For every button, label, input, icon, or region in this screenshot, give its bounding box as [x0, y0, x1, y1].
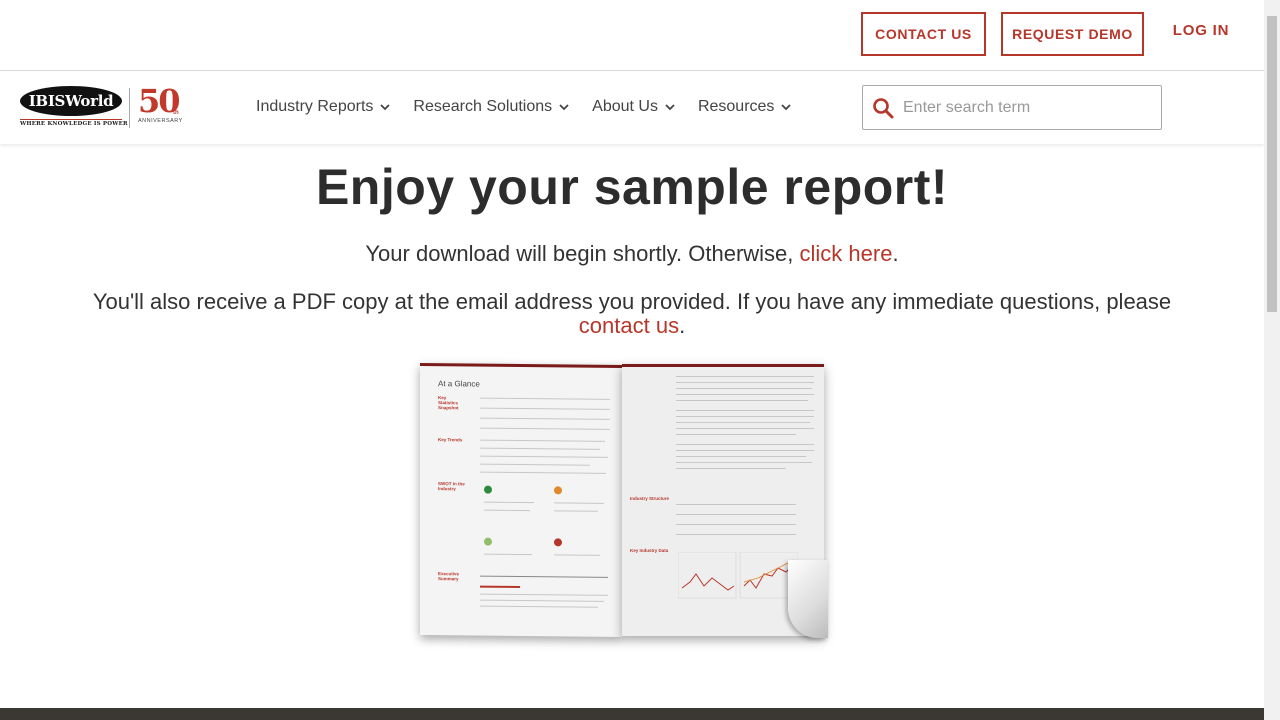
- report-text-line: [554, 554, 600, 556]
- report-text-line: [676, 444, 814, 445]
- download-text: Your download will begin shortly. Otherw…: [365, 241, 800, 266]
- scrollbar-thumb[interactable]: [1267, 16, 1277, 312]
- contact-us-link[interactable]: contact us: [579, 313, 679, 338]
- report-text-line: [676, 376, 814, 377]
- report-text-line: [480, 471, 606, 474]
- email-text: You'll also receive a PDF copy at the em…: [92, 289, 1172, 314]
- report-text-line: [484, 501, 534, 504]
- request-demo-button[interactable]: REQUEST DEMO: [1001, 12, 1144, 56]
- main-navigation: IBISWorld WHERE KNOWLEDGE IS POWER 50 th…: [0, 72, 1264, 144]
- page-curl: [788, 560, 828, 638]
- report-text-line: [480, 605, 598, 608]
- contact-us-button[interactable]: CONTACT US: [861, 12, 986, 56]
- swot-weaknesses-dot: [554, 486, 562, 495]
- nav-item-about-us[interactable]: About Us: [592, 98, 676, 116]
- ibisworld-logo[interactable]: IBISWorld WHERE KNOWLEDGE IS POWER 50 th…: [20, 84, 185, 132]
- page-title: Enjoy your sample report!: [315, 159, 949, 215]
- swot-threats-dot: [554, 538, 562, 547]
- report-text-line: [480, 463, 590, 466]
- logo-divider: [129, 88, 130, 128]
- report-text-line: [484, 509, 530, 512]
- report-text-line: [676, 450, 814, 451]
- chevron-down-icon: [380, 104, 391, 111]
- chevron-down-icon: [559, 104, 569, 111]
- report-text-line: [480, 575, 608, 578]
- report-text-line: [484, 553, 532, 556]
- report-section-label: Industry Structure: [630, 496, 670, 501]
- utility-bar: CONTACT US REQUEST DEMO LOG IN: [0, 0, 1264, 71]
- report-text-line: [480, 439, 605, 442]
- logo-brand: IBISWorld: [28, 92, 114, 110]
- page-rule: [622, 364, 824, 367]
- report-text-line: [480, 397, 610, 400]
- page: CONTACT US REQUEST DEMO LOG IN IBISWorld…: [0, 0, 1280, 720]
- report-text-line: [480, 585, 520, 588]
- download-message: Your download will begin shortly. Otherw…: [0, 241, 1264, 267]
- report-text-line: [554, 510, 598, 512]
- nav-menu: Industry Reports Research Solutions Abou…: [256, 98, 814, 116]
- report-text-line: [480, 455, 608, 458]
- report-left-page: At a Glance Key Statistics Snapshot Key …: [420, 362, 622, 638]
- report-text-line: [480, 599, 604, 602]
- report-text-line: [676, 524, 796, 525]
- report-text-line: [676, 456, 806, 457]
- report-text-line: [676, 382, 814, 383]
- report-text-line: [676, 462, 812, 463]
- search-box: [862, 85, 1162, 130]
- report-text-line: [676, 468, 786, 469]
- nav-item-label: About Us: [592, 98, 658, 115]
- nav-item-industry-reports[interactable]: Industry Reports: [256, 98, 391, 116]
- report-text-line: [480, 417, 610, 420]
- swot-opportunities-dot: [484, 537, 492, 546]
- report-section-label: Key Trends: [438, 437, 463, 443]
- footer-banner-edge: [0, 708, 1264, 720]
- report-text-line: [480, 427, 610, 430]
- report-section-label: Key Industry Data: [630, 548, 669, 553]
- report-text-line: [676, 388, 812, 389]
- anniversary-label: ANNIVERSARY: [138, 118, 183, 124]
- report-text-line: [676, 434, 796, 435]
- email-message: You'll also receive a PDF copy at the em…: [80, 290, 1184, 338]
- logo-badge: IBISWorld: [20, 86, 122, 116]
- login-link[interactable]: LOG IN: [1168, 22, 1234, 39]
- report-text-line: [676, 422, 810, 423]
- download-end: .: [892, 241, 899, 266]
- report-text-line: [480, 407, 610, 410]
- report-text-line: [480, 593, 608, 596]
- chevron-down-icon: [665, 104, 675, 111]
- report-section-label: Executive Summary: [438, 571, 460, 582]
- contact-end: .: [679, 313, 686, 338]
- chevron-down-icon: [781, 104, 792, 111]
- report-text-line: [676, 410, 814, 411]
- sample-report-image: At a Glance Key Statistics Snapshot Key …: [418, 360, 828, 680]
- nav-item-label: Industry Reports: [256, 98, 374, 115]
- report-text-line: [676, 534, 796, 535]
- page-scrollbar[interactable]: [1264, 0, 1280, 720]
- report-section-label: Key Statistics Snapshot: [438, 395, 459, 411]
- report-text-line: [676, 400, 808, 401]
- report-text-line: [554, 502, 604, 504]
- report-text-line: [676, 428, 814, 429]
- report-text-line: [480, 447, 600, 450]
- click-here-link[interactable]: click here: [800, 241, 893, 266]
- anniversary-suffix: th: [173, 110, 179, 116]
- nav-item-label: Resources: [697, 98, 775, 115]
- page-rule: [420, 362, 622, 369]
- report-text-line: [676, 514, 796, 515]
- report-heading: At a Glance: [438, 379, 480, 389]
- nav-item-research-solutions[interactable]: Research Solutions: [413, 98, 570, 116]
- search-input[interactable]: [903, 98, 1143, 117]
- logo-tagline: WHERE KNOWLEDGE IS POWER: [20, 119, 128, 127]
- report-section-label: SWOT in the Industry: [438, 481, 465, 492]
- report-line-charts: [678, 552, 798, 599]
- search-icon[interactable]: [863, 86, 903, 129]
- report-text-line: [676, 504, 796, 505]
- report-text-line: [676, 394, 814, 395]
- report-text-line: [676, 416, 814, 417]
- nav-item-resources[interactable]: Resources: [698, 98, 792, 116]
- swot-strengths-dot: [484, 485, 492, 494]
- nav-item-label: Research Solutions: [413, 98, 553, 115]
